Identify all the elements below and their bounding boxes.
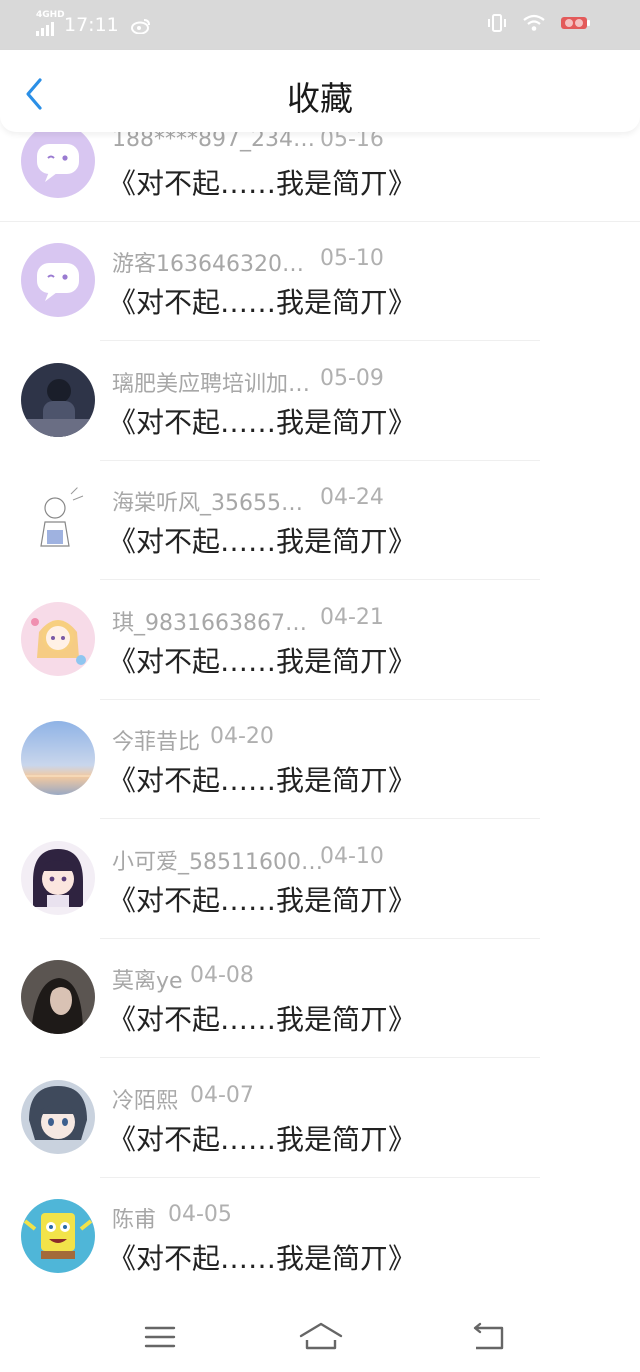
status-left: 4GHD 17:11 (36, 10, 151, 36)
post-title: 《对不起……我是简丌》 (108, 1242, 417, 1275)
username: 小可爱_58511600… (112, 849, 323, 875)
anime-boy-avatar[interactable] (21, 1079, 95, 1154)
post-title: 《对不起……我是简丌》 (108, 166, 417, 200)
date: 04-21 (320, 604, 384, 630)
portrait-avatar[interactable] (21, 960, 95, 1034)
post-title: 《对不起……我是简丌》 (108, 1003, 417, 1036)
date: 04-08 (190, 963, 254, 988)
date: 05-10 (320, 246, 384, 271)
back-icon (473, 1322, 504, 1350)
date: 04-05 (168, 1202, 232, 1227)
signal-icon (36, 22, 54, 36)
favorites-list: 188****897_234… 05-16 《对不起……我是简丌》 游客1636… (0, 132, 640, 1302)
post-title: 《对不起……我是简丌》 (108, 764, 417, 797)
battery-icon (561, 17, 590, 29)
list-item[interactable]: 莫离ye 04-08 《对不起……我是简丌》 (0, 938, 640, 1058)
system-nav-bar (0, 1302, 640, 1372)
date: 04-10 (320, 843, 384, 869)
username: 冷陌熙 (112, 1088, 179, 1114)
username: 陈甫 (112, 1208, 157, 1233)
post-title: 《对不起……我是简丌》 (108, 405, 417, 439)
anime-avatar[interactable] (21, 601, 95, 676)
list-item[interactable]: 陈甫 04-05 《对不起……我是简丌》 (0, 1177, 640, 1297)
sketch-avatar[interactable] (21, 482, 95, 556)
date: 04-24 (320, 485, 384, 510)
post-title: 《对不起……我是简丌》 (108, 286, 417, 319)
username: 游客163646320… (112, 252, 304, 277)
sunset-avatar[interactable] (21, 721, 95, 795)
chat-bubble-avatar[interactable] (21, 132, 95, 198)
post-title: 《对不起……我是简丌》 (108, 1122, 417, 1156)
wifi-icon (523, 14, 545, 31)
chat-bubble-avatar[interactable] (21, 243, 95, 317)
username: 海棠听风_35655… (112, 491, 303, 516)
list-item[interactable]: 小可爱_58511600… 04-10 《对不起……我是简丌》 (0, 819, 640, 939)
anime-girl-avatar[interactable] (21, 840, 95, 915)
menu-icon (144, 1326, 176, 1348)
home-button[interactable] (298, 1320, 344, 1354)
list-item[interactable]: 今菲昔比 04-20 《对不起……我是简丌》 (0, 699, 640, 819)
title-bar: 收藏 (0, 50, 640, 132)
date: 05-09 (320, 365, 384, 391)
photo-avatar[interactable] (21, 362, 95, 437)
status-time: 17:11 (64, 14, 119, 36)
spongebob-avatar[interactable] (21, 1199, 95, 1273)
post-title: 《对不起……我是简丌》 (108, 525, 417, 558)
date: 04-20 (210, 724, 274, 749)
username: 188****897_234… (112, 132, 315, 152)
page-title: 收藏 (287, 79, 353, 118)
vibrate-icon (488, 14, 506, 32)
status-bar: 4GHD 17:11 (0, 0, 640, 50)
weibo-icon (130, 19, 150, 34)
date: 04-07 (190, 1082, 254, 1108)
username: 莫离ye (112, 969, 183, 994)
list-item[interactable]: 琪_9831663867… 04-21 《对不起……我是简丌》 (0, 580, 640, 700)
list-item[interactable]: 188****897_234… 05-16 《对不起……我是简丌》 (0, 132, 640, 222)
menu-button[interactable] (142, 1320, 182, 1354)
username: 琪_9831663867… (112, 610, 307, 636)
username: 璃肥美应聘培训加… (112, 371, 311, 397)
network-type: 4GHD (36, 10, 65, 20)
list-item[interactable]: 冷陌熙 04-07 《对不起……我是简丌》 (0, 1058, 640, 1178)
status-right (486, 12, 592, 34)
home-icon (299, 1322, 343, 1350)
date: 05-16 (320, 132, 384, 152)
list-item[interactable]: 璃肥美应聘培训加… 05-09 《对不起……我是简丌》 (0, 341, 640, 461)
post-title: 《对不起……我是简丌》 (108, 883, 417, 917)
post-title: 《对不起……我是简丌》 (108, 644, 417, 678)
list-item[interactable]: 游客163646320… 05-10 《对不起……我是简丌》 (0, 221, 640, 341)
list-item[interactable]: 海棠听风_35655… 04-24 《对不起……我是简丌》 (0, 460, 640, 580)
back-nav-button[interactable] (470, 1320, 510, 1354)
username: 今菲昔比 (112, 730, 201, 755)
